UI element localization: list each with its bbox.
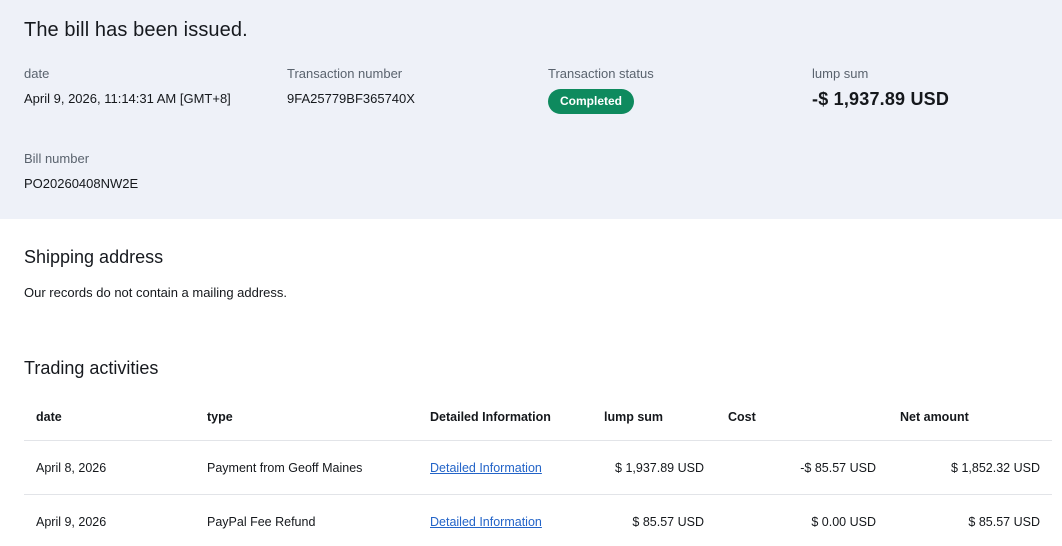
field-transaction-number-label: Transaction number (287, 66, 403, 81)
cell-detailed-information: Detailed Information (418, 440, 592, 495)
transaction-details-page: The bill has been issued. date April 9, … (0, 0, 1062, 546)
field-transaction-number-value: 9FA25779BF365740X (287, 91, 415, 106)
column-header-detailed-information: Detailed Information (430, 410, 551, 424)
column-header-net-amount: Net amount (900, 410, 969, 424)
column-header-lump-sum: lump sum (604, 410, 664, 424)
field-bill-number: Bill number PO20260408NW2E (24, 151, 1062, 192)
column-header-date: date (36, 410, 62, 424)
field-date: date April 9, 2026, 11:14:31 AM [GMT+8] (24, 66, 287, 114)
field-bill-number-value: PO20260408NW2E (24, 176, 139, 191)
column-header-cost: Cost (728, 410, 756, 424)
cell-cost: -$ 85.57 USD (716, 440, 888, 495)
detailed-information-link[interactable]: Detailed Information (430, 515, 542, 529)
cell-date: April 9, 2026 (24, 494, 195, 546)
cell-net-amount: $ 85.57 USD (888, 494, 1052, 546)
field-transaction-status-label: Transaction status (548, 66, 654, 81)
field-bill-number-label: Bill number (24, 151, 90, 166)
cell-date: April 8, 2026 (24, 440, 195, 495)
field-lump-sum: lump sum -$ 1,937.89 USD (812, 66, 1062, 114)
table-header-row: date type Detailed Information lump sum … (24, 379, 1052, 441)
cell-net-amount: $ 1,852.32 USD (888, 440, 1052, 495)
cell-lump-sum: $ 1,937.89 USD (592, 440, 716, 495)
field-date-label: date (24, 66, 50, 81)
field-lump-sum-label: lump sum (812, 66, 869, 81)
cell-detailed-information: Detailed Information (418, 494, 592, 546)
table-row: April 8, 2026 Payment from Geoff Maines … (24, 440, 1052, 495)
cell-lump-sum: $ 85.57 USD (592, 494, 716, 546)
cell-cost: $ 0.00 USD (716, 494, 888, 546)
detailed-information-link[interactable]: Detailed Information (430, 461, 542, 475)
shipping-address-section: Shipping address Our records do not cont… (0, 219, 1062, 300)
cell-type: Payment from Geoff Maines (195, 440, 418, 495)
trading-activities-heading: Trading activities (24, 358, 159, 378)
shipping-address-message: Our records do not contain a mailing add… (24, 285, 288, 300)
status-badge: Completed (548, 89, 635, 114)
field-date-value: April 9, 2026, 11:14:31 AM [GMT+8] (24, 91, 231, 106)
table-row: April 9, 2026 PayPal Fee Refund Detailed… (24, 494, 1052, 546)
bill-summary-section: The bill has been issued. date April 9, … (0, 0, 1062, 219)
field-transaction-status: Transaction status Completed (548, 66, 812, 114)
column-header-type: type (207, 410, 233, 424)
summary-fields-row: date April 9, 2026, 11:14:31 AM [GMT+8] … (24, 66, 1062, 114)
field-lump-sum-value: -$ 1,937.89 USD (812, 89, 950, 109)
field-transaction-number: Transaction number 9FA25779BF365740X (287, 66, 548, 114)
cell-type: PayPal Fee Refund (195, 494, 418, 546)
trading-activities-table: date type Detailed Information lump sum … (24, 379, 1052, 546)
page-title: The bill has been issued. (24, 19, 248, 41)
shipping-address-heading: Shipping address (24, 247, 164, 267)
trading-activities-section: Trading activities date type Detailed In… (0, 300, 1062, 546)
